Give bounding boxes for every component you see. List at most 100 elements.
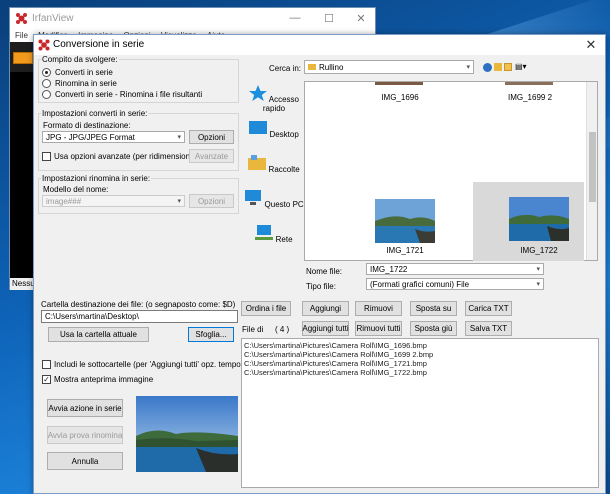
- dialog-title: Conversione in serie: [53, 39, 145, 50]
- radio-convert[interactable]: [42, 68, 51, 77]
- libraries-icon: [248, 155, 267, 170]
- add-all-button[interactable]: Aggiungi tutti: [302, 321, 349, 336]
- show-preview-label: Mostra anteprima immagine: [54, 375, 154, 384]
- place-desktop[interactable]: Desktop: [243, 120, 305, 139]
- place-label: Accesso rapido: [262, 95, 299, 113]
- thumbnail-image[interactable]: [509, 197, 569, 241]
- browse-button[interactable]: Sfoglia...: [188, 327, 234, 342]
- desktop-icon: [249, 121, 268, 134]
- save-txt-button[interactable]: Salva TXT: [465, 321, 512, 336]
- chevron-down-icon: ▾: [536, 281, 540, 288]
- include-subfolders-checkbox[interactable]: [42, 360, 51, 369]
- places-bar: Accesso rapido Desktop Raccolte Questo P…: [243, 80, 305, 262]
- radio-rename-label: Rinomina in serie: [55, 79, 117, 88]
- irfanview-logo-icon: [38, 39, 50, 51]
- filename-field[interactable]: IMG_1722 ▾: [366, 263, 544, 275]
- add-button[interactable]: Aggiungi: [302, 301, 349, 316]
- thumbnail-label[interactable]: IMG_1699 2: [490, 93, 570, 102]
- test-rename-button[interactable]: Avvia prova rinomina: [47, 426, 123, 444]
- list-item[interactable]: C:\Users\martina\Pictures\Camera Roll\IM…: [244, 368, 427, 377]
- new-folder-icon[interactable]: [504, 63, 512, 71]
- radio-convert-rename[interactable]: [42, 90, 51, 99]
- close-icon[interactable]: ✕: [583, 37, 599, 53]
- sort-files-button[interactable]: Ordina i file: [241, 301, 291, 316]
- chevron-down-icon: ▾: [466, 64, 470, 71]
- place-label: Desktop: [269, 130, 299, 139]
- chevron-down-icon: ▾: [177, 134, 181, 141]
- format-label: Formato di destinazione:: [43, 121, 131, 130]
- rename-options-button[interactable]: Opzioni: [189, 194, 234, 208]
- radio-convert-label: Converti in serie: [55, 68, 113, 77]
- thumbnail-partial: [375, 82, 423, 85]
- format-select[interactable]: JPG - JPG/JPEG Format ▾: [42, 131, 185, 143]
- filename-value: IMG_1722: [370, 264, 408, 274]
- load-txt-button[interactable]: Carica TXT: [465, 301, 512, 316]
- files-count: ( 4 ): [275, 325, 290, 334]
- chevron-down-icon: ▾: [177, 198, 181, 205]
- network-icon: [255, 225, 274, 240]
- thumbnail-image[interactable]: [375, 199, 435, 243]
- thumbnail-label[interactable]: IMG_1696: [360, 93, 440, 102]
- place-label: Raccolte: [268, 165, 300, 174]
- use-current-folder-button[interactable]: Usa la cartella attuale: [48, 327, 149, 342]
- pattern-label: Modello del nome:: [43, 185, 109, 194]
- radio-rename[interactable]: [42, 79, 51, 88]
- star-icon: [248, 85, 267, 101]
- lookin-select[interactable]: Rullino ▾: [304, 60, 474, 74]
- back-icon[interactable]: [483, 63, 492, 72]
- input-files-list[interactable]: C:\Users\martina\Pictures\Camera Roll\IM…: [241, 338, 599, 488]
- format-options-button[interactable]: Opzioni: [189, 130, 234, 144]
- chevron-down-icon: ▾: [536, 266, 540, 273]
- output-folder-field[interactable]: C:\Users\martina\Desktop\: [41, 310, 238, 323]
- task-group-legend: Compito da svolgere:: [41, 55, 119, 64]
- place-label: Rete: [275, 235, 293, 244]
- advanced-button[interactable]: Avanzate: [189, 149, 234, 163]
- filetype-value: (Formati grafici comuni) File: [370, 279, 470, 289]
- up-folder-icon[interactable]: [494, 63, 502, 71]
- filetype-select[interactable]: (Formati grafici comuni) File ▾: [366, 278, 544, 290]
- name-pattern-select[interactable]: image### ▾: [42, 195, 185, 207]
- scrollbar-thumb[interactable]: [589, 132, 596, 202]
- place-network[interactable]: Rete: [243, 225, 305, 244]
- computer-icon: [245, 190, 262, 205]
- advanced-options-label: Usa opzioni avanzate (per ridimensiona..…: [54, 152, 204, 161]
- output-folder-label: Cartella destinazione dei file: (o segna…: [41, 300, 236, 309]
- convert-settings-legend: Impostazioni converti in serie:: [41, 109, 149, 118]
- close-icon[interactable]: ✕: [346, 12, 376, 25]
- file-view-scrollbar[interactable]: [586, 82, 597, 260]
- place-quick-access[interactable]: Accesso rapido: [243, 85, 305, 113]
- open-folder-icon[interactable]: [13, 52, 33, 64]
- radio-convert-rename-label: Converti in serie - Rinomina i file risu…: [55, 90, 203, 99]
- advanced-options-checkbox[interactable]: [42, 152, 51, 161]
- maximize-icon[interactable]: ☐: [314, 12, 344, 25]
- move-up-button[interactable]: Sposta su: [410, 301, 457, 316]
- remove-all-button[interactable]: Rimuovi tutti: [355, 321, 402, 336]
- move-down-button[interactable]: Sposta giù: [410, 321, 457, 336]
- irfanview-titlebar: IrfanView — ☐ ✕: [10, 8, 375, 30]
- lookin-label: Cerca in:: [269, 64, 302, 73]
- pattern-value: image###: [46, 196, 82, 206]
- thumbnail-label[interactable]: IMG_1721: [365, 246, 445, 255]
- lookin-value: Rullino: [319, 62, 344, 72]
- place-libraries[interactable]: Raccolte: [243, 155, 305, 174]
- remove-button[interactable]: Rimuovi: [355, 301, 402, 316]
- batch-conversion-dialog: Conversione in serie ✕ Compito da svolge…: [33, 34, 606, 494]
- start-batch-button[interactable]: Avvia azione in serie: [47, 399, 123, 417]
- include-subfolders-label: Includi le sottocartelle (per 'Aggiungi …: [54, 360, 264, 369]
- filetype-label: Tipo file:: [306, 282, 336, 291]
- show-preview-checkbox[interactable]: ✓: [42, 375, 51, 384]
- place-this-pc[interactable]: Questo PC: [243, 190, 305, 209]
- list-item[interactable]: C:\Users\martina\Pictures\Camera Roll\IM…: [244, 341, 427, 350]
- view-menu-icon[interactable]: ▤▾: [515, 62, 529, 72]
- minimize-icon[interactable]: —: [280, 12, 310, 24]
- files-label: File di: [242, 325, 264, 334]
- thumbnail-label[interactable]: IMG_1722: [499, 246, 579, 255]
- cancel-button[interactable]: Annulla: [47, 452, 123, 470]
- list-item[interactable]: C:\Users\martina\Pictures\Camera Roll\IM…: [244, 350, 433, 359]
- list-item[interactable]: C:\Users\martina\Pictures\Camera Roll\IM…: [244, 359, 427, 368]
- format-value: JPG - JPG/JPEG Format: [46, 132, 135, 142]
- dialog-titlebar: Conversione in serie ✕: [34, 35, 605, 55]
- menu-file[interactable]: File: [15, 31, 28, 40]
- file-view: IMG_1696 IMG_1699 2 IMG_1721 IMG_1722: [304, 81, 598, 261]
- irfanview-title: IrfanView: [32, 13, 74, 24]
